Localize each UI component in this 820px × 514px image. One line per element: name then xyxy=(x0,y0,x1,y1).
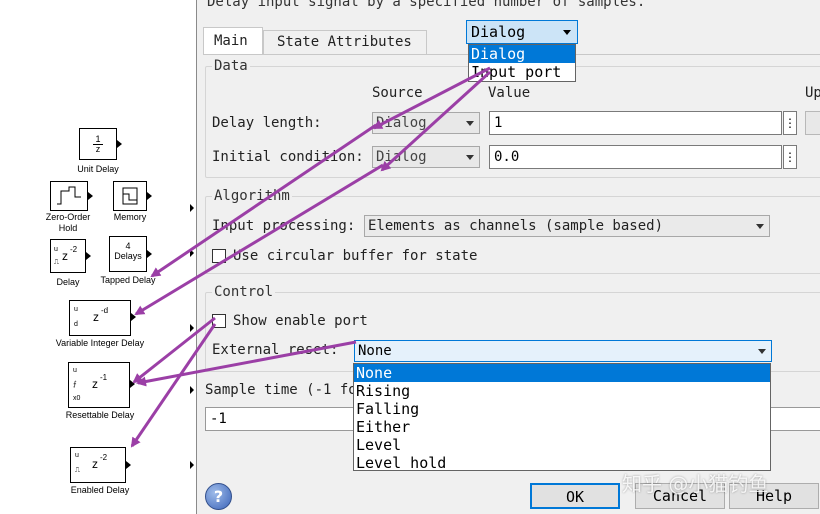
unit-delay-label: Unit Delay xyxy=(77,164,119,174)
reset-option-level-hold[interactable]: Level hold xyxy=(354,454,770,472)
memory-icon xyxy=(122,187,138,205)
rd-port-reset: ⨍ xyxy=(73,381,77,388)
external-reset-label: External reset: xyxy=(212,342,339,358)
resettable-delay-label: Resettable Delay xyxy=(65,410,135,420)
data-group-legend: Data xyxy=(212,58,250,74)
up-column-header: Up xyxy=(805,85,820,101)
delay-length-field[interactable]: 1 xyxy=(489,111,782,135)
reset-option-either[interactable]: Either xyxy=(354,418,770,436)
ed-port-u: u xyxy=(75,452,79,459)
variable-integer-delay-label: Variable Integer Delay xyxy=(55,338,145,348)
help-icon[interactable]: ? xyxy=(205,483,232,510)
tab-state-attributes[interactable]: State Attributes xyxy=(263,30,427,55)
delay-port-u: u xyxy=(54,246,58,253)
chevron-down-icon xyxy=(466,155,474,160)
source-dropdown-control[interactable]: Dialog xyxy=(466,20,578,44)
delay-length-label: Delay length: xyxy=(212,115,322,131)
ed-exponent: -2 xyxy=(100,453,108,462)
chevron-down-icon xyxy=(466,121,474,126)
reset-option-falling[interactable]: Falling xyxy=(354,400,770,418)
rd-port-x0: x0 xyxy=(73,395,81,402)
tapped-delay-text: Delays xyxy=(114,251,142,261)
zoh-label-line2: Hold xyxy=(58,223,78,233)
tab-main-label: Main xyxy=(214,33,248,49)
vid-port-u: u xyxy=(74,306,78,313)
reset-option-none[interactable]: None xyxy=(354,364,770,382)
delay-exponent: -2 xyxy=(70,245,78,254)
delay-z: z xyxy=(62,249,68,263)
help-icon-glyph: ? xyxy=(213,487,224,506)
reset-option-level[interactable]: Level xyxy=(354,436,770,454)
vid-port-d: d xyxy=(74,321,78,328)
rd-z: z xyxy=(92,377,98,391)
dialog-description: Delay input signal by a specified number… xyxy=(207,0,646,10)
initial-condition-field[interactable]: 0.0 xyxy=(489,145,782,169)
rd-port-u: u xyxy=(73,367,77,374)
chevron-down-icon xyxy=(756,224,764,229)
show-enable-port-label: Show enable port xyxy=(233,313,368,329)
vid-z: z xyxy=(93,310,99,324)
ed-z: z xyxy=(92,457,98,471)
enabled-delay-block[interactable]: u ⎍ z -2 xyxy=(70,447,126,483)
zero-order-hold-block[interactable] xyxy=(50,181,88,211)
zoh-label-line1: Zero-Order xyxy=(45,212,91,222)
initial-condition-source-value: Dialog xyxy=(376,149,427,165)
tapped-delay-count: 4 xyxy=(125,241,131,251)
value-column-header: Value xyxy=(488,85,531,101)
up-field[interactable] xyxy=(805,111,820,135)
sample-time-label: Sample time (-1 fo xyxy=(205,382,357,398)
memory-label: Memory xyxy=(113,212,147,222)
input-processing-select[interactable]: Elements as channels (sample based) xyxy=(364,215,770,237)
tapped-delay-label: Tapped Delay xyxy=(100,275,156,285)
input-processing-value: Elements as channels (sample based) xyxy=(368,218,664,234)
source-option-input-port[interactable]: Input port xyxy=(469,63,575,81)
ok-button[interactable]: OK xyxy=(530,483,620,509)
algorithm-group-legend: Algorithm xyxy=(212,188,292,204)
chevron-down-icon xyxy=(758,349,766,354)
delay-length-more-button[interactable]: ⋮ xyxy=(783,111,797,135)
external-reset-value: None xyxy=(358,343,392,359)
delay-length-source-select[interactable]: Dialog xyxy=(372,112,480,134)
source-column-header: Source xyxy=(372,85,423,101)
chevron-down-icon xyxy=(563,30,571,35)
source-dropdown-value: Dialog xyxy=(471,23,526,41)
external-reset-select[interactable]: None xyxy=(354,340,772,362)
unit-delay-denominator: z xyxy=(95,144,101,154)
delay-port-reset: ⎍ xyxy=(54,259,59,266)
delay-label: Delay xyxy=(56,277,80,287)
unit-delay-numerator: 1 xyxy=(95,134,101,144)
resettable-delay-block[interactable]: u ⨍ x0 z -1 xyxy=(68,362,130,408)
source-option-dialog[interactable]: Dialog xyxy=(469,45,575,63)
source-dropdown-list: Dialog Input port xyxy=(468,44,576,82)
unit-delay-block[interactable]: 1 z xyxy=(79,128,117,160)
block-library-panel: 1 z Unit Delay Zero-Order Hold Memory u … xyxy=(0,0,196,514)
control-group-legend: Control xyxy=(212,284,276,300)
delay-length-source-value: Dialog xyxy=(376,115,427,131)
rd-exponent: -1 xyxy=(100,373,108,382)
tab-state-attributes-label: State Attributes xyxy=(277,34,412,50)
initial-condition-source-select[interactable]: Dialog xyxy=(372,146,480,168)
tapped-delay-block[interactable]: 4 Delays xyxy=(109,236,147,272)
enabled-delay-label: Enabled Delay xyxy=(70,485,130,495)
staircase-icon xyxy=(57,186,81,205)
delay-block[interactable]: u ⎍ z -2 xyxy=(50,239,86,273)
ed-port-enable: ⎍ xyxy=(75,467,80,474)
circular-buffer-checkbox[interactable] xyxy=(212,249,226,263)
initial-condition-more-button[interactable]: ⋮ xyxy=(783,145,797,169)
reset-option-rising[interactable]: Rising xyxy=(354,382,770,400)
vid-exponent: -d xyxy=(101,306,109,315)
initial-condition-label: Initial condition: xyxy=(212,149,364,165)
input-processing-label: Input processing: xyxy=(212,218,356,234)
memory-block[interactable] xyxy=(113,181,147,211)
tab-main[interactable]: Main xyxy=(203,27,263,55)
show-enable-port-checkbox[interactable] xyxy=(212,314,226,328)
circular-buffer-label: Use circular buffer for state xyxy=(233,248,478,264)
variable-integer-delay-block[interactable]: u d z -d xyxy=(69,300,131,336)
external-reset-dropdown-list: None Rising Falling Either Level Level h… xyxy=(353,363,771,472)
watermark: 知乎 @小猫钓鱼 xyxy=(622,472,769,496)
